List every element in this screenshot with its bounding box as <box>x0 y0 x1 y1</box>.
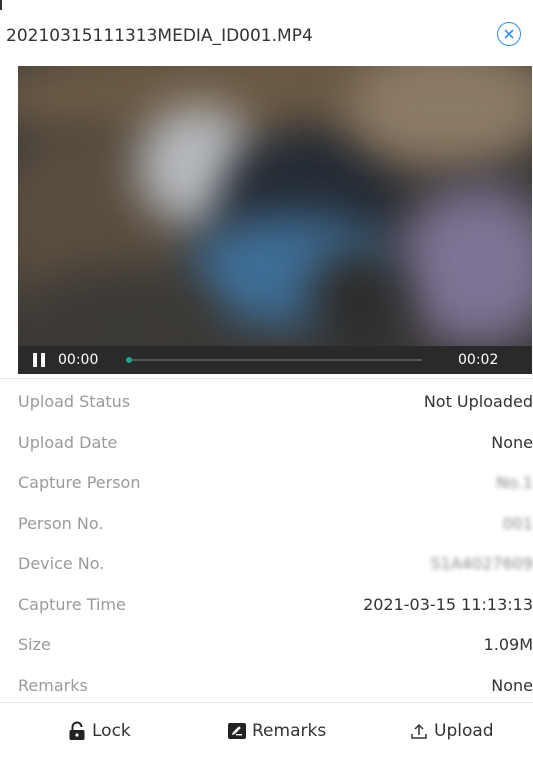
remarks-label: Remarks <box>252 721 327 741</box>
lock-label: Lock <box>92 721 131 741</box>
info-label: Upload Status <box>18 392 131 411</box>
info-value: None <box>491 675 533 695</box>
remarks-button[interactable]: Remarks <box>228 721 326 741</box>
info-label: Upload Date <box>18 432 118 452</box>
info-row-size: Size 1.09M <box>0 625 533 666</box>
info-label: Device No. <box>18 554 105 573</box>
seek-handle[interactable] <box>126 357 132 363</box>
info-row-person-no: Person No. 001 <box>0 504 533 545</box>
header: 20210315111313MEDIA_ID001.MP4 <box>0 0 533 72</box>
upload-button[interactable]: Upload <box>410 721 494 741</box>
info-row-capture-person: Capture Person No.1 <box>0 463 533 504</box>
info-label: Size <box>18 635 51 654</box>
file-name: 20210315111313MEDIA_ID001.MP4 <box>6 26 313 46</box>
pause-icon <box>33 353 37 367</box>
current-time: 00:00 <box>58 352 99 368</box>
divider <box>0 378 533 379</box>
media-info-list: Upload Status Not Uploaded Upload Date N… <box>0 382 533 706</box>
info-label: Capture Time <box>18 594 126 614</box>
upload-icon <box>411 723 427 739</box>
media-detail-panel: 20210315111313MEDIA_ID001.MP4 00:00 00:0… <box>0 0 533 760</box>
info-label: Capture Person <box>18 473 141 492</box>
info-row-upload-date: Upload Date None <box>0 423 533 464</box>
video-controls: 00:00 00:02 <box>18 346 532 374</box>
info-row-capture-time: Capture Time 2021-03-15 11:13:13 <box>0 585 533 626</box>
video-frame[interactable] <box>18 66 532 346</box>
edit-icon <box>228 723 246 739</box>
info-label: Person No. <box>18 513 104 533</box>
action-bar: Lock Remarks Upload <box>0 703 533 760</box>
info-value: None <box>491 432 533 452</box>
info-row-remarks: Remarks None <box>0 666 533 707</box>
close-circle-icon <box>504 29 514 39</box>
info-row-device-no: Device No. S1A4027609 <box>0 544 533 585</box>
info-value: Not Uploaded <box>423 392 533 411</box>
seek-bar[interactable] <box>126 357 422 363</box>
pause-button[interactable] <box>32 353 46 367</box>
total-time: 00:02 <box>458 352 499 368</box>
lock-icon <box>69 721 85 740</box>
info-row-upload-status: Upload Status Not Uploaded <box>0 382 533 423</box>
lock-button[interactable]: Lock <box>68 721 131 741</box>
info-value: 001 <box>502 513 533 533</box>
close-button[interactable] <box>497 22 521 46</box>
info-value: 1.09M <box>483 635 533 654</box>
info-value: No.1 <box>496 473 533 492</box>
video-player[interactable]: 00:00 00:02 <box>18 66 532 374</box>
upload-label: Upload <box>434 721 494 741</box>
info-value: 2021-03-15 11:13:13 <box>363 594 533 614</box>
info-value: S1A4027609 <box>430 554 533 573</box>
info-label: Remarks <box>18 675 88 695</box>
